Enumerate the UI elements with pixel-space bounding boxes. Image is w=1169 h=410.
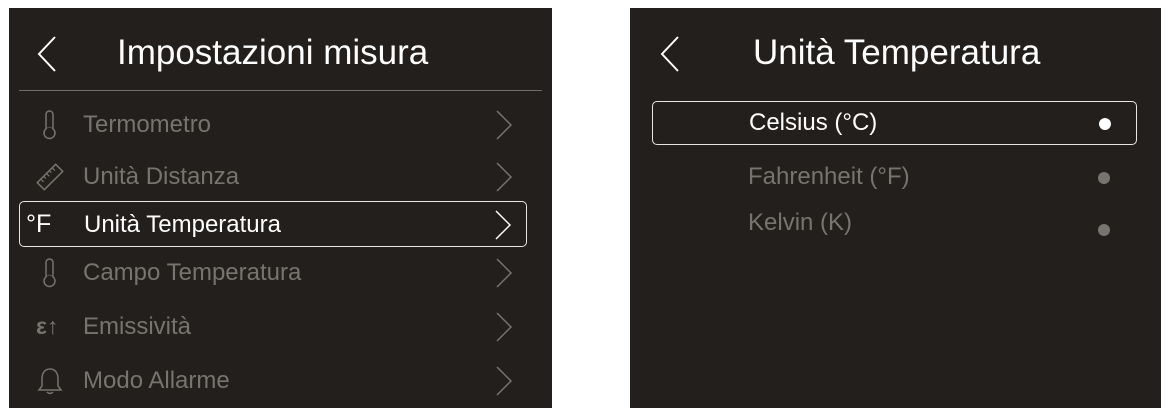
menu-item-temperature-unit[interactable]: °F Unità Temperatura: [19, 201, 527, 247]
back-chevron-icon[interactable]: [37, 36, 57, 72]
menu-item-label: Unità Temperatura: [84, 211, 281, 238]
chevron-right-icon: [496, 162, 513, 192]
chevron-right-icon: [496, 366, 513, 396]
menu-item-label: Unità Distanza: [83, 163, 240, 190]
option-label: Celsius (°C): [749, 109, 878, 136]
bell-icon: [37, 368, 63, 395]
thermometer-icon: [43, 110, 56, 140]
menu-item-thermometer[interactable]: Termometro: [19, 102, 527, 148]
screen-header: Unità Temperatura: [630, 8, 1161, 92]
temperature-unit-screen: Unità Temperatura Celsius (°C) Fahrenhei…: [630, 8, 1161, 408]
option-label: Kelvin (K): [748, 209, 853, 236]
menu-item-label: Termometro: [83, 111, 212, 138]
menu-item-label: Modo Allarme: [83, 367, 230, 394]
screen-header: Impostazioni misura: [9, 8, 552, 92]
option-kelvin[interactable]: Kelvin (K): [652, 201, 1137, 245]
menu-item-label: Emissività: [83, 313, 192, 340]
option-label: Fahrenheit (°F): [748, 163, 910, 190]
selected-dot-icon: [1099, 118, 1111, 130]
menu-item-label: Campo Temperatura: [83, 259, 302, 286]
thermometer-icon: [43, 258, 56, 288]
chevron-right-icon: [496, 312, 513, 342]
measurement-settings-screen: Impostazioni misura Termometro Unità Dis…: [9, 8, 552, 408]
radio-dot-icon: [1098, 172, 1110, 184]
chevron-right-icon: [496, 258, 513, 288]
menu-item-emissivity[interactable]: ε↑ Emissività: [19, 304, 527, 350]
menu-item-alarm-mode[interactable]: Modo Allarme: [19, 358, 527, 404]
menu-item-distance-unit[interactable]: Unità Distanza: [19, 154, 527, 200]
header-divider: [19, 90, 542, 91]
option-celsius[interactable]: Celsius (°C): [652, 101, 1137, 145]
page-title: Unità Temperatura: [753, 33, 1041, 72]
degree-fahrenheit-icon: °F: [26, 210, 52, 238]
chevron-right-icon: [495, 210, 512, 240]
back-chevron-icon[interactable]: [660, 36, 680, 72]
radio-dot-icon: [1098, 224, 1110, 236]
menu-item-temperature-range[interactable]: Campo Temperatura: [19, 250, 527, 296]
page-title: Impostazioni misura: [117, 33, 429, 72]
option-fahrenheit[interactable]: Fahrenheit (°F): [652, 155, 1137, 199]
chevron-right-icon: [496, 110, 513, 140]
ruler-icon: [36, 163, 64, 191]
emissivity-icon: ε↑: [36, 313, 59, 339]
